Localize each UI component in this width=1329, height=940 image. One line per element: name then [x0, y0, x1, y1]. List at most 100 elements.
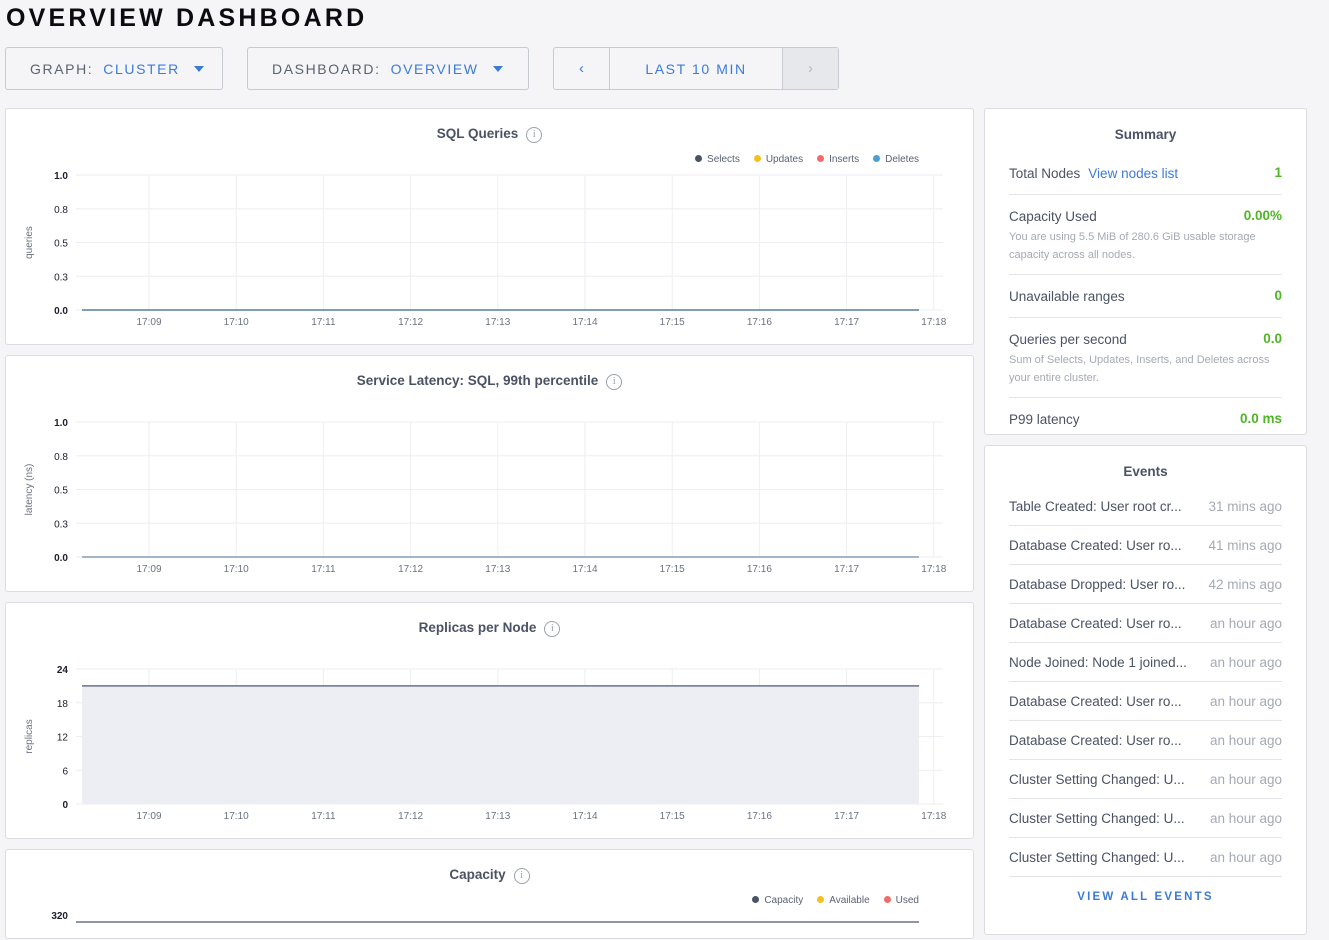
- event-text: Database Dropped: User ro...: [1009, 576, 1186, 592]
- x-tick-label: 17:10: [224, 317, 249, 328]
- x-tick-label: 17:14: [572, 317, 597, 328]
- event-text: Cluster Setting Changed: U...: [1009, 849, 1185, 865]
- summary-row: Unavailable ranges 0: [1009, 275, 1282, 318]
- service-latency-chart-card: Service Latency: SQL, 99th percentile i 1…: [5, 355, 974, 592]
- event-row[interactable]: Table Created: User root cr... 31 mins ag…: [1009, 487, 1282, 526]
- summary-title: Summary: [1114, 127, 1177, 142]
- event-text: Table Created: User root cr...: [1009, 498, 1182, 514]
- event-row[interactable]: Node Joined: Node 1 joined... an hour ago: [1009, 643, 1282, 682]
- x-tick-label: 17:17: [834, 317, 859, 328]
- y-tick-label: 12: [57, 733, 69, 744]
- x-tick-label: 17:13: [485, 811, 510, 822]
- summary-value: 0: [1274, 288, 1282, 303]
- event-text: Cluster Setting Changed: U...: [1009, 810, 1185, 826]
- capacity-chart-card: Capacity i Capacity Available Used 320: [5, 849, 974, 939]
- event-timestamp: 42 mins ago: [1208, 576, 1282, 592]
- dashboard-dropdown-value: OVERVIEW: [390, 60, 479, 77]
- x-tick-label: 17:16: [747, 317, 772, 328]
- y-tick-label: 0.8: [54, 205, 68, 216]
- summary-value: 0.0 ms: [1239, 411, 1282, 426]
- x-tick-label: 17:16: [747, 811, 772, 822]
- y-tick-label: 18: [57, 699, 69, 710]
- event-row[interactable]: Database Created: User ro... an hour ago: [1009, 721, 1282, 760]
- summary-description: Sum of Selects, Updates, Inserts, and De…: [1009, 354, 1270, 384]
- event-text: Node Joined: Node 1 joined...: [1009, 654, 1187, 670]
- area-fill: [82, 685, 919, 804]
- event-row[interactable]: Cluster Setting Changed: U... an hour ago: [1009, 799, 1282, 838]
- time-range-selector: ‹ LAST 10 MIN ›: [553, 47, 839, 90]
- event-text: Database Created: User ro...: [1009, 537, 1182, 553]
- y-tick-label: 0.0: [54, 306, 68, 317]
- prev-time-button[interactable]: ‹: [554, 48, 610, 89]
- x-tick-label: 17:15: [660, 317, 685, 328]
- event-text: Database Created: User ro...: [1009, 732, 1182, 748]
- events-title: Events: [1123, 464, 1168, 479]
- summary-description: You are using 5.5 MiB of 280.6 GiB usabl…: [1009, 231, 1256, 261]
- x-tick-label: 17:18: [921, 811, 946, 822]
- summary-value: 1: [1274, 165, 1282, 180]
- time-range-label[interactable]: LAST 10 MIN: [610, 48, 782, 89]
- graph-dropdown-value: CLUSTER: [103, 60, 180, 77]
- y-axis-label: latency (ns): [24, 464, 35, 516]
- summary-row: P99 latency 0.0 ms: [1009, 398, 1282, 440]
- event-timestamp: an hour ago: [1209, 654, 1282, 670]
- x-tick-label: 17:09: [136, 564, 161, 575]
- x-tick-label: 17:12: [398, 564, 423, 575]
- event-row[interactable]: Database Created: User ro... an hour ago: [1009, 682, 1282, 721]
- y-tick-label: 1.0: [54, 418, 68, 429]
- y-tick-label: 24: [57, 665, 69, 676]
- replicas-per-node-chart-card: Replicas per Node i 24 18 12 6 0 17:09 17:10 17:…: [5, 602, 974, 839]
- event-timestamp: an hour ago: [1209, 693, 1282, 709]
- x-tick-label: 17:13: [485, 564, 510, 575]
- event-timestamp: 41 mins ago: [1208, 537, 1282, 553]
- caret-down-icon: [492, 65, 503, 72]
- summary-key: Queries per second: [1009, 332, 1127, 347]
- x-tick-label: 17:17: [834, 564, 859, 575]
- graph-dropdown[interactable]: GRAPH: CLUSTER: [5, 47, 223, 90]
- x-tick-label: 17:12: [398, 811, 423, 822]
- event-row[interactable]: Database Created: User ro... 41 mins ago: [1009, 526, 1282, 565]
- sql-queries-chart: 1.0 0.8 0.5 0.3 0.0 17:09 17:10 17:11 17:12 17:13…: [24, 171, 947, 328]
- x-tick-label: 17:09: [136, 317, 161, 328]
- event-row[interactable]: Database Created: User ro... an hour ago: [1009, 604, 1282, 643]
- summary-row: Capacity Used 0.00% You are using 5.5 MiB …: [1009, 195, 1282, 275]
- view-nodes-list-link[interactable]: View nodes list: [1088, 166, 1178, 181]
- x-tick-label: 17:15: [660, 811, 685, 822]
- capacity-chart: 320: [51, 911, 919, 923]
- y-tick-label: 0.8: [54, 452, 68, 463]
- event-row[interactable]: Database Dropped: User ro... 42 mins ago: [1009, 565, 1282, 604]
- x-tick-label: 17:11: [311, 564, 336, 575]
- page-title: OVERVIEW DASHBOARD: [6, 4, 368, 32]
- y-tick-label: 0.0: [54, 553, 68, 564]
- y-tick-label: 6: [62, 766, 68, 777]
- y-axis-label: queries: [24, 226, 35, 259]
- x-tick-label: 17:13: [485, 317, 510, 328]
- summary-key: Capacity Used: [1009, 209, 1097, 224]
- y-tick-label: 0: [62, 800, 68, 811]
- event-timestamp: an hour ago: [1209, 849, 1282, 865]
- y-tick-label: 0.5: [54, 239, 68, 250]
- next-time-button[interactable]: ›: [782, 48, 838, 89]
- event-timestamp: an hour ago: [1209, 810, 1282, 826]
- summary-key: Total Nodes: [1009, 166, 1081, 181]
- x-tick-label: 17:12: [398, 317, 423, 328]
- x-tick-label: 17:10: [224, 811, 249, 822]
- x-tick-label: 17:15: [660, 564, 685, 575]
- event-timestamp: an hour ago: [1209, 771, 1282, 787]
- graph-dropdown-label: GRAPH:: [30, 60, 94, 77]
- event-row[interactable]: Cluster Setting Changed: U... an hour ago: [1009, 838, 1282, 877]
- sql-queries-chart-card: SQL Queries i Selects Updates Inserts Delete…: [5, 108, 974, 345]
- event-timestamp: an hour ago: [1209, 732, 1282, 748]
- summary-key: Unavailable ranges: [1009, 289, 1125, 304]
- x-tick-label: 17:18: [921, 564, 946, 575]
- event-row[interactable]: Cluster Setting Changed: U... an hour ago: [1009, 760, 1282, 799]
- summary-row: Total Nodes View nodes list 1: [1009, 152, 1282, 195]
- view-all-events-link[interactable]: VIEW ALL EVENTS: [985, 891, 1306, 903]
- summary-value: 0.0: [1263, 331, 1282, 346]
- event-timestamp: an hour ago: [1209, 615, 1282, 631]
- caret-down-icon: [193, 65, 204, 72]
- replicas-per-node-chart: 24 18 12 6 0 17:09 17:10 17:11 17:12 17:13 17:14 17…: [24, 665, 947, 822]
- x-tick-label: 17:11: [311, 317, 336, 328]
- y-tick-label: 1.0: [54, 171, 68, 182]
- dashboard-dropdown[interactable]: DASHBOARD: OVERVIEW: [247, 47, 529, 90]
